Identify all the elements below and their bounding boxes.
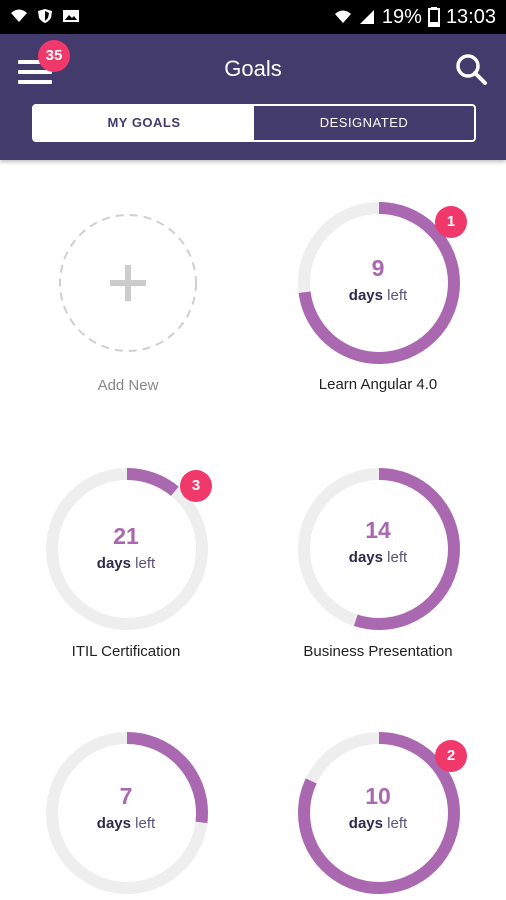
plus-icon — [110, 265, 146, 301]
days-left-label: days left — [268, 548, 488, 568]
image-icon — [63, 10, 79, 22]
signal-icon — [359, 10, 374, 24]
app-header: 35 Goals MY GOALS DESIGNATED — [0, 34, 506, 160]
left-word: left — [135, 555, 156, 572]
goal-card[interactable]: 14 days left Business Presentation — [268, 466, 488, 676]
goal-badge: 1 — [435, 206, 467, 238]
days-count: 10 — [365, 783, 391, 809]
battery-icon — [427, 7, 440, 27]
left-word: left — [387, 815, 408, 832]
clock: 13:03 — [445, 6, 496, 28]
goal-badge: 3 — [180, 470, 212, 502]
days-count: 7 — [119, 783, 133, 809]
status-bar: 19% 13:03 — [0, 0, 506, 34]
days-count: 9 — [371, 255, 385, 281]
left-word: left — [135, 815, 156, 832]
battery-percent: 19% — [381, 6, 422, 28]
days-word: days — [348, 549, 383, 566]
days-count: 14 — [365, 517, 391, 543]
wifi-icon — [334, 10, 351, 23]
goal-badge: 2 — [435, 740, 467, 772]
goal-card[interactable]: 21 days left 3 ITIL Certification — [16, 466, 236, 676]
days-word: days — [96, 555, 131, 572]
search-icon[interactable] — [454, 52, 488, 86]
days-count: 21 — [113, 523, 139, 549]
days-word: days — [96, 815, 131, 832]
days-left-label: days left — [16, 814, 236, 834]
shield-icon — [38, 9, 52, 23]
goal-title: Learn Angular 4.0 — [318, 376, 438, 393]
tab-my-goals[interactable]: MY GOALS — [34, 106, 254, 140]
days-word: days — [348, 815, 383, 832]
days-word: days — [348, 287, 383, 304]
left-word: left — [387, 287, 408, 304]
page-title: Goals — [224, 56, 282, 81]
days-left-label: days left — [16, 554, 236, 574]
goal-card[interactable]: 7 days left — [16, 730, 236, 900]
goal-title: Business Presentation — [303, 643, 453, 660]
goal-card[interactable]: 10 days left 2 — [268, 730, 488, 900]
add-new-goal[interactable]: Add New — [18, 205, 238, 405]
tab-designated[interactable]: DESIGNATED — [254, 106, 474, 140]
add-new-label: Add New — [97, 377, 159, 394]
goal-tabs: MY GOALS DESIGNATED — [32, 104, 476, 142]
goal-title: ITIL Certification — [71, 643, 181, 660]
days-left-label: days left — [268, 286, 488, 306]
wifi-icon — [11, 9, 27, 22]
goal-card[interactable]: 9 days left 1 Learn Angular 4.0 — [268, 200, 488, 410]
left-word: left — [387, 549, 408, 566]
days-left-label: days left — [268, 814, 488, 834]
